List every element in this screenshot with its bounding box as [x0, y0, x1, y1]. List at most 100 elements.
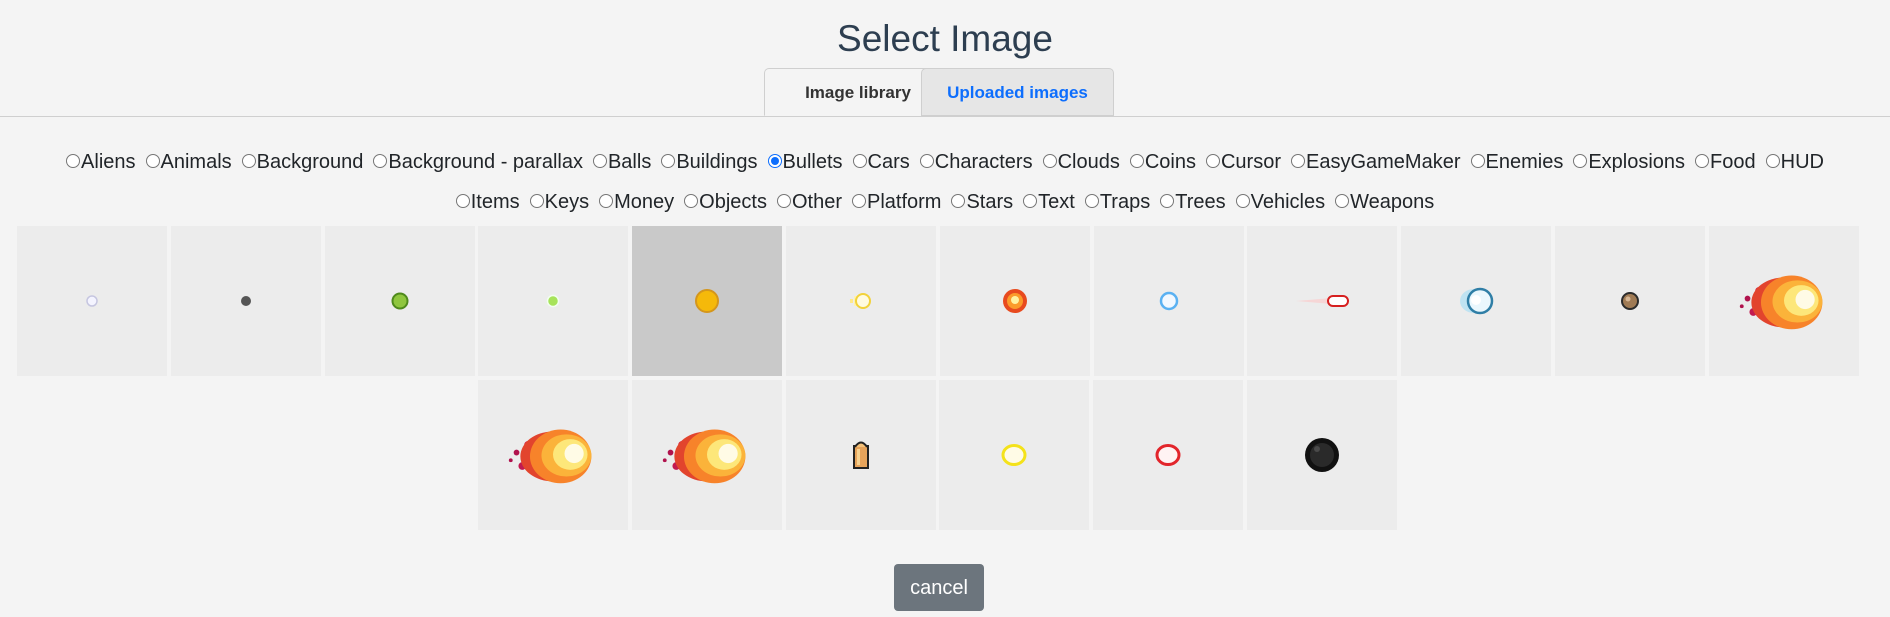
category-trees[interactable]: Trees — [1160, 188, 1226, 216]
category-radio[interactable] — [684, 193, 699, 208]
image-tile[interactable] — [1709, 226, 1859, 376]
image-tile[interactable] — [786, 226, 936, 376]
image-tile[interactable] — [171, 226, 321, 376]
category-background-parallax[interactable]: Background - parallax — [373, 148, 583, 176]
image-tile[interactable] — [1555, 226, 1705, 376]
category-clouds[interactable]: Clouds — [1042, 148, 1120, 176]
category-other[interactable]: Other — [776, 188, 842, 216]
category-label: Enemies — [1485, 151, 1564, 173]
category-explosions[interactable]: Explosions — [1573, 148, 1685, 176]
category-label: Trees — [1175, 191, 1226, 213]
category-radio[interactable] — [599, 193, 614, 208]
small-light-bullet-icon — [85, 294, 99, 308]
category-food[interactable]: Food — [1695, 148, 1756, 176]
category-radio[interactable] — [1573, 153, 1588, 168]
category-text[interactable]: Text — [1023, 188, 1075, 216]
image-tile[interactable] — [632, 380, 782, 530]
category-radio[interactable] — [661, 153, 676, 168]
yellow-bullet-icon — [694, 288, 720, 314]
category-traps[interactable]: Traps — [1084, 188, 1150, 216]
category-radio[interactable] — [767, 153, 782, 168]
category-label: Aliens — [81, 151, 136, 173]
image-tile[interactable] — [1093, 380, 1243, 530]
category-cars[interactable]: Cars — [852, 148, 910, 176]
category-money[interactable]: Money — [599, 188, 674, 216]
image-tile[interactable] — [786, 380, 936, 530]
category-radio[interactable] — [592, 153, 607, 168]
image-tile[interactable] — [325, 226, 475, 376]
category-radio[interactable] — [919, 153, 934, 168]
category-radio[interactable] — [1291, 153, 1305, 168]
image-tile[interactable] — [1401, 226, 1551, 376]
category-aliens[interactable]: Aliens — [66, 148, 136, 176]
yellow-ring-bullet-icon — [1000, 442, 1028, 468]
category-background[interactable]: Background — [241, 148, 363, 176]
image-tile[interactable] — [17, 226, 167, 376]
category-label: Background - parallax — [388, 151, 583, 173]
category-radio[interactable] — [1084, 193, 1099, 208]
category-radio[interactable] — [145, 153, 160, 168]
category-radio[interactable] — [241, 153, 256, 168]
category-easygamemaker[interactable]: EasyGameMaker — [1291, 148, 1461, 176]
large-fireball-icon — [659, 418, 755, 493]
category-cursor[interactable]: Cursor — [1205, 148, 1281, 176]
category-animals[interactable]: Animals — [145, 148, 232, 176]
category-radio[interactable] — [1042, 153, 1057, 168]
category-buildings[interactable]: Buildings — [661, 148, 758, 176]
category-label: Bullets — [782, 151, 843, 173]
image-tile[interactable] — [1247, 226, 1397, 376]
tab-uploaded-images[interactable]: Uploaded images — [921, 68, 1114, 116]
category-items[interactable]: Items — [455, 188, 520, 216]
category-weapons[interactable]: Weapons — [1335, 188, 1434, 216]
yellow-energy-bullet-icon — [849, 291, 873, 311]
category-radio[interactable] — [1470, 153, 1485, 168]
category-radio[interactable] — [1695, 153, 1710, 168]
green-bullet-icon — [391, 292, 409, 310]
image-tile[interactable] — [632, 226, 782, 376]
category-label: Characters — [934, 151, 1033, 173]
category-label: Vehicles — [1250, 191, 1326, 213]
image-tile[interactable] — [939, 380, 1089, 530]
category-radio[interactable] — [455, 193, 470, 208]
category-radio[interactable] — [851, 193, 866, 208]
category-radio[interactable] — [1765, 153, 1780, 168]
category-radio[interactable] — [1235, 193, 1250, 208]
image-tile[interactable] — [1247, 380, 1397, 530]
image-tile[interactable] — [1094, 226, 1244, 376]
category-enemies[interactable]: Enemies — [1470, 148, 1564, 176]
small-green-bullet-icon — [546, 294, 560, 308]
category-label: Explosions — [1588, 151, 1686, 173]
category-label: HUD — [1780, 151, 1824, 173]
category-radio[interactable] — [1160, 193, 1175, 208]
category-label: Weapons — [1350, 191, 1435, 213]
category-objects[interactable]: Objects — [684, 188, 767, 216]
category-balls[interactable]: Balls — [592, 148, 651, 176]
category-radio[interactable] — [776, 193, 791, 208]
category-radio[interactable] — [951, 193, 966, 208]
image-tile[interactable] — [940, 226, 1090, 376]
category-radio[interactable] — [1205, 153, 1220, 168]
image-tile[interactable] — [478, 380, 628, 530]
rifle-cartridge-icon — [852, 440, 870, 470]
category-radio[interactable] — [66, 153, 81, 168]
category-coins[interactable]: Coins — [1129, 148, 1196, 176]
category-label: Cursor — [1220, 151, 1281, 173]
category-stars[interactable]: Stars — [951, 188, 1013, 216]
cancel-button[interactable]: cancel — [894, 564, 984, 611]
category-radio[interactable] — [1023, 193, 1038, 208]
image-tile[interactable] — [478, 226, 628, 376]
category-radio[interactable] — [529, 193, 544, 208]
category-radio[interactable] — [852, 153, 867, 168]
category-label: Objects — [699, 191, 767, 213]
category-bullets[interactable]: Bullets — [767, 148, 843, 176]
category-vehicles[interactable]: Vehicles — [1235, 188, 1326, 216]
category-radio[interactable] — [373, 153, 388, 168]
category-radio[interactable] — [1335, 193, 1350, 208]
category-platform[interactable]: Platform — [851, 188, 941, 216]
category-characters[interactable]: Characters — [919, 148, 1033, 176]
category-hud[interactable]: HUD — [1765, 148, 1824, 176]
category-label: Keys — [544, 191, 590, 213]
category-radio[interactable] — [1129, 153, 1144, 168]
category-keys[interactable]: Keys — [529, 188, 590, 216]
large-fireball-icon — [1736, 264, 1832, 339]
